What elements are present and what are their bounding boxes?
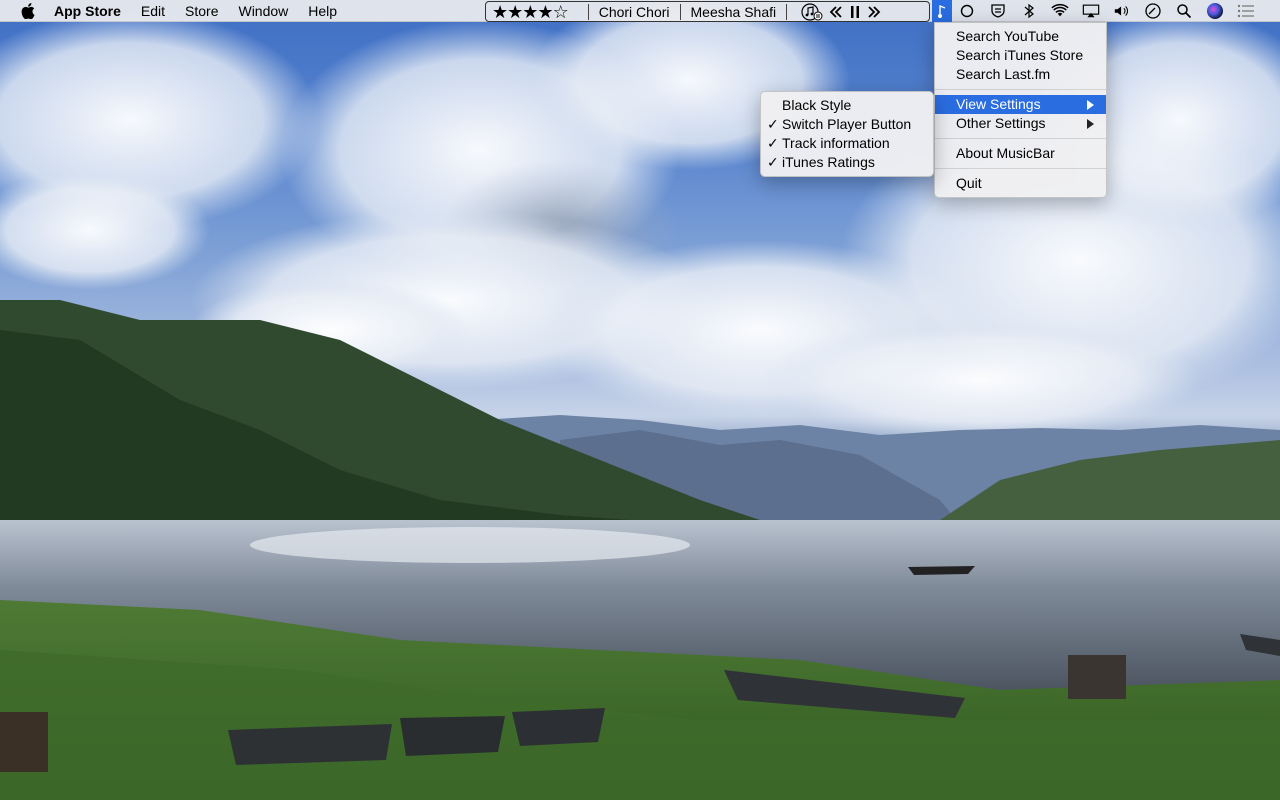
window-menu[interactable]: Window — [238, 0, 288, 22]
bluetooth-icon[interactable] — [1020, 2, 1038, 20]
submenu-arrow-icon — [1087, 119, 1094, 129]
menu-item-track-information[interactable]: ✓ Track information — [761, 134, 933, 153]
next-track-icon[interactable] — [867, 5, 881, 19]
star-filled-icon[interactable]: ★ — [507, 3, 523, 21]
menu-item-view-settings[interactable]: View Settings — [935, 95, 1106, 114]
edit-menu[interactable]: Edit — [141, 0, 165, 22]
separator — [679, 3, 681, 20]
airplay-icon[interactable] — [1082, 2, 1100, 20]
menu-item-label: Other Settings — [956, 115, 1046, 131]
star-empty-icon[interactable]: ☆ — [553, 3, 569, 21]
menu-item-label: Black Style — [782, 97, 852, 113]
menu-divider — [935, 138, 1106, 139]
track-rating[interactable]: ★ ★ ★ ★ ☆ — [492, 3, 569, 21]
menu-item-other-settings[interactable]: Other Settings — [935, 114, 1106, 133]
pause-icon[interactable] — [849, 5, 861, 19]
musicbar-status-icon[interactable] — [932, 0, 952, 22]
submenu-arrow-icon — [1087, 100, 1094, 110]
musicbar-menu: Search YouTube Search iTunes Store Searc… — [934, 22, 1107, 198]
apple-icon[interactable] — [20, 2, 36, 19]
menu-item-switch-player-button[interactable]: ✓ Switch Player Button — [761, 115, 933, 134]
track-artist[interactable]: Meesha Shafi — [691, 4, 777, 20]
volume-icon[interactable] — [1113, 2, 1131, 20]
menu-item-label: Track information — [782, 135, 890, 151]
check-icon: ✓ — [767, 135, 779, 151]
star-filled-icon[interactable]: ★ — [522, 3, 538, 21]
menu-item-search-youtube[interactable]: Search YouTube — [935, 27, 1106, 46]
player-controls — [801, 2, 881, 21]
menu-item-label: Switch Player Button — [782, 116, 912, 132]
clock-icon[interactable] — [1144, 2, 1162, 20]
circle-icon[interactable] — [958, 2, 976, 20]
star-filled-icon[interactable]: ★ — [492, 3, 508, 21]
wifi-icon[interactable] — [1051, 2, 1069, 20]
menu-item-search-itunes-store[interactable]: Search iTunes Store — [935, 46, 1106, 65]
track-title[interactable]: Chori Chori — [599, 4, 670, 20]
previous-track-icon[interactable] — [829, 5, 843, 19]
shield-icon[interactable] — [989, 2, 1007, 20]
separator — [786, 3, 788, 20]
menu-item-about-musicbar[interactable]: About MusicBar — [935, 144, 1106, 163]
menu-item-black-style[interactable]: Black Style — [761, 96, 933, 115]
star-filled-icon[interactable]: ★ — [537, 3, 553, 21]
check-icon: ✓ — [767, 116, 779, 132]
notification-list-icon[interactable] — [1237, 2, 1255, 20]
store-menu[interactable]: Store — [185, 0, 218, 22]
menu-item-itunes-ratings[interactable]: ✓ iTunes Ratings — [761, 153, 933, 172]
app-name-menu[interactable]: App Store — [54, 0, 121, 22]
search-icon[interactable] — [1175, 2, 1193, 20]
menu-item-quit[interactable]: Quit — [935, 174, 1106, 193]
menu-divider — [935, 89, 1106, 90]
menu-bar: App Store Edit Store Window Help ★ ★ ★ ★ ☆ C… — [0, 0, 1280, 22]
itunes-icon[interactable] — [801, 2, 823, 21]
menu-item-label: View Settings — [956, 96, 1041, 112]
menu-item-label: iTunes Ratings — [782, 154, 875, 170]
help-menu[interactable]: Help — [308, 0, 337, 22]
menu-item-search-lastfm[interactable]: Search Last.fm — [935, 65, 1106, 84]
status-icons — [958, 0, 1268, 22]
separator — [587, 3, 589, 20]
siri-icon[interactable] — [1206, 2, 1224, 20]
menu-divider — [935, 168, 1106, 169]
check-icon: ✓ — [767, 154, 779, 170]
musicbar-player-widget: ★ ★ ★ ★ ☆ Chori Chori Meesha Shafi — [485, 1, 930, 22]
view-settings-submenu: Black Style ✓ Switch Player Button ✓ Tra… — [760, 91, 934, 177]
